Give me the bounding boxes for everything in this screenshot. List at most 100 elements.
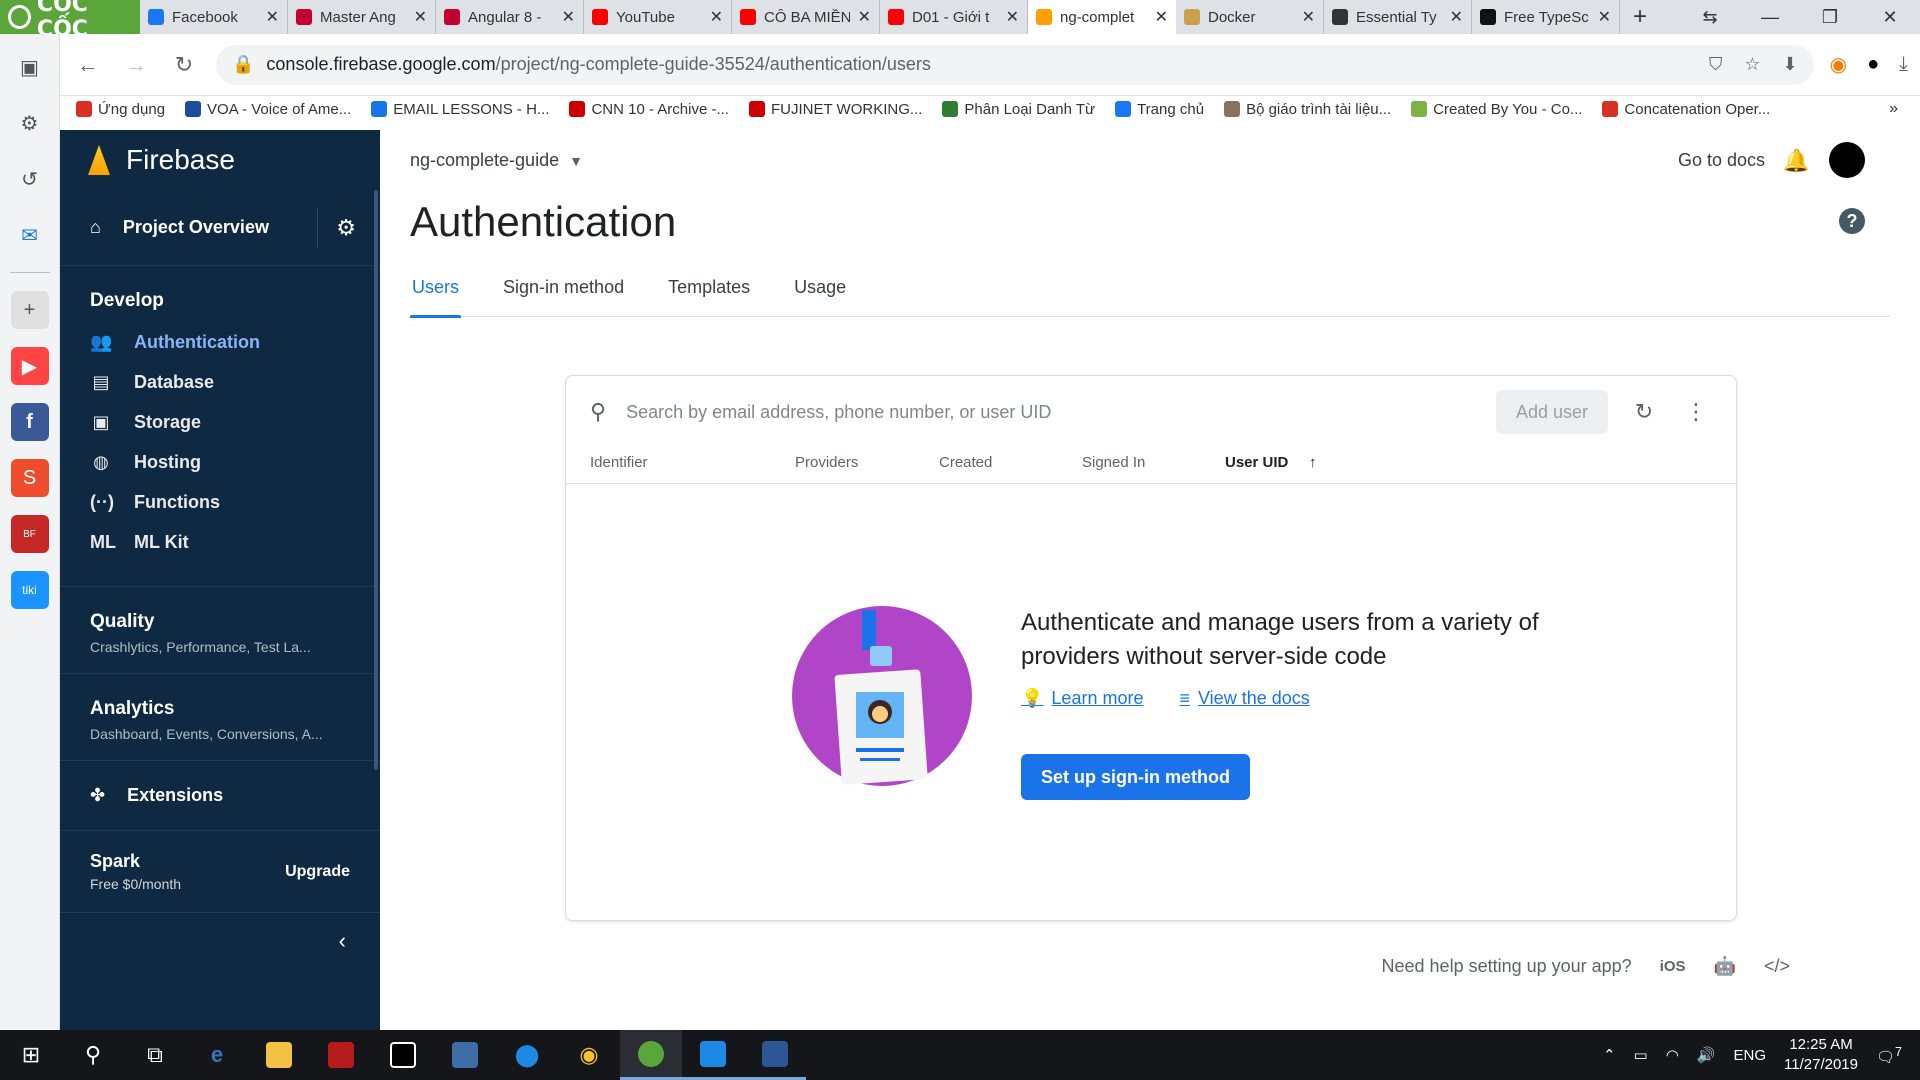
forward-arrow-icon[interactable]: → xyxy=(120,49,152,81)
windows-start-icon[interactable]: ⊞ xyxy=(0,1030,62,1080)
account-avatar[interactable] xyxy=(1829,142,1865,178)
settings-gear-icon[interactable]: ⚙ xyxy=(11,104,49,142)
collapse-sidebar-chevron-icon[interactable]: ‹ xyxy=(60,913,380,969)
tab-sign-in-method[interactable]: Sign-in method xyxy=(501,275,626,317)
address-bar[interactable]: 🔒 console.firebase.google.com/project/ng… xyxy=(216,44,1814,85)
firebase-logo[interactable]: Firebase xyxy=(60,130,380,190)
shopee-shortcut-icon[interactable]: S xyxy=(10,459,49,497)
sidebar-item-hosting[interactable]: ◍ Hosting xyxy=(60,442,380,482)
project-overview-link[interactable]: ⌂ Project Overview ⚙ xyxy=(60,190,380,266)
wifi-icon[interactable]: ◠ xyxy=(1666,1046,1679,1064)
intellij-icon[interactable] xyxy=(372,1030,434,1080)
learn-more-link[interactable]: 💡 Learn more xyxy=(1021,688,1143,709)
browser-tab[interactable]: Angular 8 - ✕ xyxy=(436,0,584,34)
web-code-icon[interactable]: </> xyxy=(1764,956,1790,977)
quality-group[interactable]: Quality Crashlytics, Performance, Test L… xyxy=(60,587,380,674)
minimize-button[interactable]: — xyxy=(1740,7,1800,28)
vscode-icon[interactable] xyxy=(682,1030,744,1080)
search-taskbar-icon[interactable]: ⚲ xyxy=(62,1030,124,1080)
setup-sign-in-method-button[interactable]: Set up sign-in method xyxy=(1021,754,1250,800)
project-settings-gear-icon[interactable]: ⚙ xyxy=(336,215,356,241)
tab-usage[interactable]: Usage xyxy=(792,275,848,317)
browser-tab[interactable]: YouTube ✕ xyxy=(584,0,732,34)
sidebar-item-authentication[interactable]: 👥 Authentication xyxy=(60,322,380,362)
bookmark-item[interactable]: CNN 10 - Archive -... xyxy=(569,101,729,118)
maps-pin-icon[interactable]: ⬤ xyxy=(496,1030,558,1080)
bookmark-item[interactable]: VOA - Voice of Ame... xyxy=(185,101,351,118)
coccoc-taskbar-icon[interactable] xyxy=(620,1030,682,1080)
close-window-button[interactable]: ✕ xyxy=(1860,7,1920,28)
user-search-input[interactable] xyxy=(626,401,1476,423)
bookmark-item[interactable]: Bộ giáo trình tài liệu... xyxy=(1224,101,1391,118)
tab-search-icon[interactable]: ⇆ xyxy=(1680,7,1740,28)
bookmark-item[interactable]: Concatenation Oper... xyxy=(1602,101,1770,118)
analytics-group[interactable]: Analytics Dashboard, Events, Conversions… xyxy=(60,674,380,761)
sidebar-toggle-icon[interactable]: ▣ xyxy=(11,48,49,86)
mysql-workbench-icon[interactable] xyxy=(434,1030,496,1080)
column-header-signed-in[interactable]: Signed In xyxy=(1082,454,1145,471)
tab-templates[interactable]: Templates xyxy=(666,275,752,317)
game-app-icon[interactable] xyxy=(310,1030,372,1080)
messenger-icon[interactable]: ✉ xyxy=(11,216,49,254)
tab-close-icon[interactable]: ✕ xyxy=(1598,7,1611,27)
add-user-button[interactable]: Add user xyxy=(1495,390,1608,434)
reload-icon[interactable]: ↻ xyxy=(168,49,200,81)
download-page-icon[interactable]: ⬇ xyxy=(1783,54,1798,75)
column-header-user-uid[interactable]: User UID xyxy=(1225,454,1288,471)
browser-tab[interactable]: Facebook ✕ xyxy=(140,0,288,34)
tab-close-icon[interactable]: ✕ xyxy=(710,7,723,27)
browser-tab[interactable]: Free TypeSc ✕ xyxy=(1472,0,1620,34)
task-view-icon[interactable]: ⧉ xyxy=(124,1030,186,1080)
bookmark-item[interactable]: Phân Loại Danh Từ xyxy=(942,101,1095,118)
coccoc-extension-icon[interactable]: ◉ xyxy=(1830,52,1847,77)
project-selector[interactable]: ng-complete-guide ▼ xyxy=(410,150,583,171)
extensions-link[interactable]: ✤ Extensions xyxy=(60,761,380,831)
word-icon[interactable] xyxy=(744,1030,806,1080)
tab-close-icon[interactable]: ✕ xyxy=(858,7,871,27)
tab-close-icon[interactable]: ✕ xyxy=(1155,7,1168,27)
volume-icon[interactable]: 🔊 xyxy=(1697,1046,1716,1064)
facebook-shortcut-icon[interactable]: f xyxy=(10,403,49,441)
new-tab-button[interactable]: + xyxy=(1620,0,1660,34)
back-arrow-icon[interactable]: ← xyxy=(72,49,104,81)
browser-tab[interactable]: Docker ✕ xyxy=(1176,0,1324,34)
notifications-center-icon[interactable]: 🗨7 xyxy=(1876,1045,1902,1066)
bookmark-item[interactable]: FUJINET WORKING... xyxy=(748,101,922,118)
shield-icon[interactable]: ⛉ xyxy=(1709,54,1723,75)
coccoc-logo[interactable]: CỐC CỐC xyxy=(0,0,140,42)
upgrade-button[interactable]: Upgrade xyxy=(285,863,350,881)
tab-close-icon[interactable]: ✕ xyxy=(1006,7,1019,27)
restore-button[interactable]: ❐ xyxy=(1800,7,1860,28)
more-vert-icon[interactable]: ⋮ xyxy=(1680,399,1712,425)
clock[interactable]: 12:25 AM 11/27/2019 xyxy=(1784,1035,1858,1075)
tiki-shortcut-icon[interactable]: tiki xyxy=(10,571,49,609)
help-icon[interactable]: ? xyxy=(1839,208,1865,234)
view-docs-link[interactable]: ≡ View the docs xyxy=(1179,688,1309,709)
browser-tab[interactable]: Master Ang ✕ xyxy=(288,0,436,34)
edge-icon[interactable]: e xyxy=(186,1030,248,1080)
ios-link[interactable]: iOS xyxy=(1660,958,1686,975)
file-explorer-icon[interactable] xyxy=(248,1030,310,1080)
bookmark-item[interactable]: EMAIL LESSONS - H... xyxy=(371,101,549,118)
youtube-shortcut-icon[interactable]: ▶ xyxy=(10,347,49,385)
sort-arrow-up-icon[interactable]: ↑ xyxy=(1309,454,1317,471)
sidebar-scrollbar[interactable] xyxy=(374,190,378,770)
tab-close-icon[interactable]: ✕ xyxy=(1302,7,1315,27)
bookmark-item[interactable]: Ứng dụng xyxy=(76,101,165,118)
tab-close-icon[interactable]: ✕ xyxy=(266,7,279,27)
tab-close-icon[interactable]: ✕ xyxy=(562,7,575,27)
black-friday-shortcut-icon[interactable]: BF xyxy=(10,515,49,553)
bookmark-item[interactable]: Created By You - Co... xyxy=(1411,101,1582,118)
sidebar-item-functions[interactable]: (··) Functions xyxy=(60,482,380,522)
history-icon[interactable]: ↺ xyxy=(11,160,49,198)
browser-tab[interactable]: D01 - Giới t ✕ xyxy=(880,0,1028,34)
tab-users[interactable]: Users xyxy=(410,275,462,318)
sidebar-item-database[interactable]: ▤ Database xyxy=(60,362,380,402)
column-header-providers[interactable]: Providers xyxy=(795,454,858,471)
notifications-bell-icon[interactable]: 🔔 xyxy=(1783,148,1810,174)
downloads-icon[interactable]: ⤓ xyxy=(1899,53,1908,76)
go-to-docs-link[interactable]: Go to docs xyxy=(1678,150,1765,171)
tab-close-icon[interactable]: ✕ xyxy=(1450,7,1463,27)
more-bookmarks-icon[interactable]: » xyxy=(1889,100,1898,118)
android-icon[interactable]: 🤖 xyxy=(1714,956,1736,977)
